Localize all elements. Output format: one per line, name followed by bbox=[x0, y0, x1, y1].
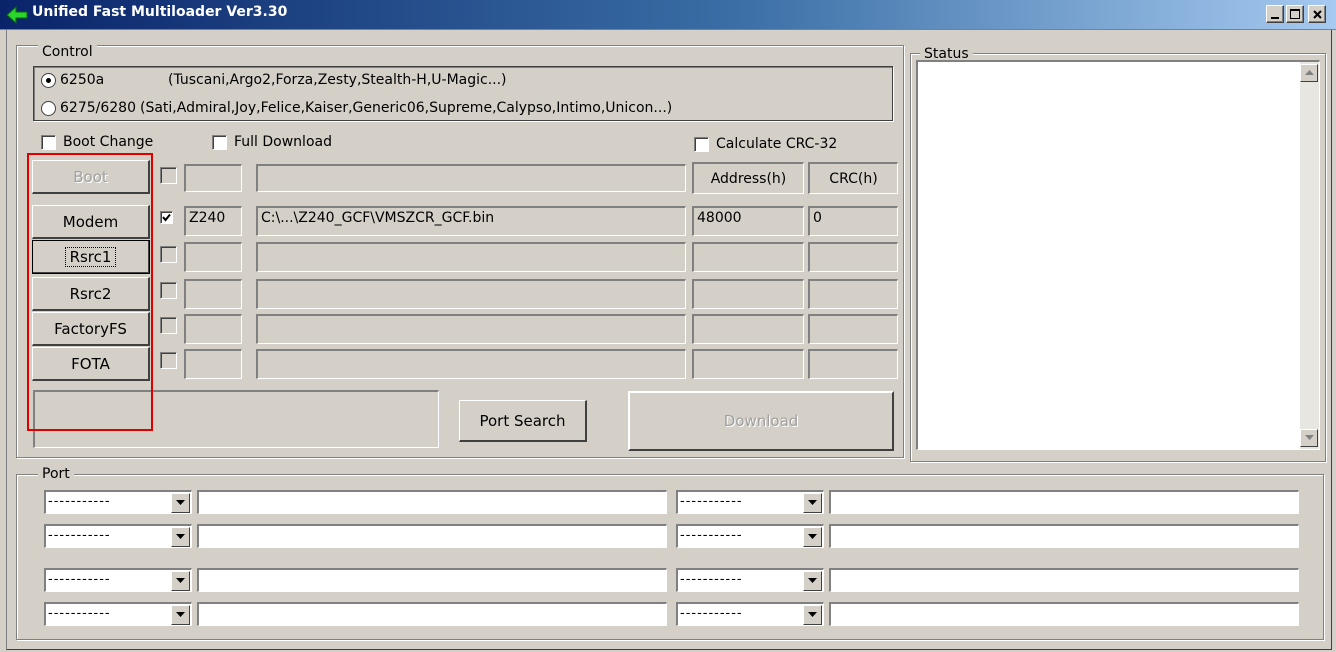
boot-change-option[interactable]: Boot Change bbox=[41, 134, 153, 150]
port-select[interactable]: ----------- bbox=[676, 568, 824, 592]
rsrc1-crc-field[interactable] bbox=[808, 242, 898, 272]
scroll-down-button[interactable] bbox=[1300, 429, 1318, 447]
close-button[interactable] bbox=[1308, 5, 1326, 23]
rsrc2-model-field[interactable] bbox=[184, 279, 242, 309]
port-legend: Port bbox=[38, 466, 74, 482]
port-info-field bbox=[829, 490, 1299, 514]
dropdown-arrow-icon[interactable] bbox=[171, 527, 190, 547]
chipset-option-6275[interactable]: 6275/6280 (Sati,Admiral,Joy,Felice,Kaise… bbox=[41, 100, 672, 116]
chipset-devices: (Sati,Admiral,Joy,Felice,Kaiser,Generic0… bbox=[139, 100, 673, 116]
boot-change-label: Boot Change bbox=[63, 134, 154, 150]
dropdown-arrow-icon[interactable] bbox=[803, 527, 822, 547]
maximize-icon bbox=[1290, 9, 1300, 19]
full-download-label: Full Download bbox=[234, 134, 332, 150]
port-select[interactable]: ----------- bbox=[44, 524, 192, 548]
rsrc2-crc-field[interactable] bbox=[808, 279, 898, 309]
fota-address-field[interactable] bbox=[692, 349, 804, 379]
highlight-box bbox=[27, 153, 153, 431]
boot-model-field[interactable] bbox=[184, 164, 242, 192]
port-select[interactable]: ----------- bbox=[676, 602, 824, 626]
back-arrow-icon bbox=[6, 5, 28, 25]
dropdown-arrow-icon[interactable] bbox=[803, 493, 822, 513]
rsrc1-path-field[interactable] bbox=[256, 242, 686, 272]
port-info-field bbox=[829, 568, 1299, 592]
rsrc1-checkbox[interactable] bbox=[160, 246, 177, 263]
port-select[interactable]: ----------- bbox=[676, 524, 824, 548]
calc-crc-checkbox[interactable] bbox=[694, 136, 709, 152]
fota-model-field[interactable] bbox=[184, 349, 242, 379]
port-select[interactable]: ----------- bbox=[44, 568, 192, 592]
factoryfs-crc-field[interactable] bbox=[808, 314, 898, 344]
modem-address-field[interactable]: 48000 bbox=[692, 206, 804, 236]
boot-path-field[interactable] bbox=[256, 164, 686, 192]
full-download-checkbox[interactable] bbox=[212, 134, 227, 150]
chipset-option-6250a[interactable]: 6250a (Tuscani,Argo2,Forza,Zesty,Stealth… bbox=[41, 72, 507, 88]
control-legend: Control bbox=[38, 44, 97, 60]
port-info-field bbox=[197, 568, 667, 592]
rsrc2-path-field[interactable] bbox=[256, 279, 686, 309]
dropdown-arrow-icon[interactable] bbox=[171, 605, 190, 625]
title-bar: Unified Fast Multiloader Ver3.30 bbox=[0, 0, 1336, 30]
boot-change-checkbox[interactable] bbox=[41, 134, 56, 150]
port-search-button[interactable]: Port Search bbox=[459, 400, 587, 442]
calc-crc-label: Calculate CRC-32 bbox=[716, 136, 838, 152]
rsrc2-checkbox[interactable] bbox=[160, 282, 177, 299]
download-button[interactable]: Download bbox=[628, 391, 894, 451]
minimize-button[interactable] bbox=[1266, 5, 1284, 23]
fota-checkbox[interactable] bbox=[160, 352, 177, 369]
port-info-field bbox=[197, 490, 667, 514]
dropdown-arrow-icon[interactable] bbox=[803, 571, 822, 591]
boot-checkbox[interactable] bbox=[160, 167, 177, 184]
chipset-devices: (Tuscani,Argo2,Forza,Zesty,Stealth-H,U-M… bbox=[168, 72, 507, 88]
port-select[interactable]: ----------- bbox=[44, 490, 192, 514]
modem-model-field[interactable]: Z240 bbox=[184, 206, 242, 236]
port-select[interactable]: ----------- bbox=[676, 490, 824, 514]
factoryfs-path-field[interactable] bbox=[256, 314, 686, 344]
chipset-label: 6275/6280 bbox=[60, 100, 136, 116]
address-header: Address(h) bbox=[692, 162, 804, 194]
radio-6250a[interactable] bbox=[41, 72, 56, 88]
status-scrollbar[interactable] bbox=[1300, 62, 1319, 449]
port-info-field bbox=[197, 602, 667, 626]
port-search-label: Port Search bbox=[479, 411, 566, 430]
fota-path-field[interactable] bbox=[256, 349, 686, 379]
dropdown-arrow-icon[interactable] bbox=[171, 493, 190, 513]
factoryfs-address-field[interactable] bbox=[692, 314, 804, 344]
download-label: Download bbox=[723, 412, 799, 430]
modem-path-field[interactable]: C:\...\Z240_GCF\VMSZCR_GCF.bin bbox=[256, 206, 686, 236]
minimize-icon bbox=[1271, 17, 1279, 19]
port-select[interactable]: ----------- bbox=[44, 602, 192, 626]
port-info-field bbox=[197, 524, 667, 548]
port-info-field bbox=[829, 602, 1299, 626]
status-textarea[interactable] bbox=[916, 60, 1320, 450]
close-icon bbox=[1312, 9, 1322, 19]
dropdown-arrow-icon[interactable] bbox=[171, 571, 190, 591]
chipset-label: 6250a bbox=[60, 72, 105, 88]
modem-checkbox[interactable] bbox=[160, 211, 173, 224]
calc-crc-option[interactable]: Calculate CRC-32 bbox=[694, 136, 837, 152]
rsrc1-address-field[interactable] bbox=[692, 242, 804, 272]
rsrc2-address-field[interactable] bbox=[692, 279, 804, 309]
modem-crc-field[interactable]: 0 bbox=[808, 206, 898, 236]
window-title: Unified Fast Multiloader Ver3.30 bbox=[32, 4, 288, 20]
dropdown-arrow-icon[interactable] bbox=[803, 605, 822, 625]
rsrc1-model-field[interactable] bbox=[184, 242, 242, 272]
arrow-up-icon bbox=[1304, 70, 1314, 75]
radio-6275[interactable] bbox=[41, 100, 56, 116]
crc-header: CRC(h) bbox=[808, 162, 898, 194]
maximize-button[interactable] bbox=[1286, 5, 1304, 23]
arrow-down-icon bbox=[1304, 435, 1314, 440]
factoryfs-model-field[interactable] bbox=[184, 314, 242, 344]
checkmark-icon bbox=[162, 213, 171, 222]
scroll-up-button[interactable] bbox=[1300, 64, 1318, 82]
port-info-field bbox=[829, 524, 1299, 548]
factoryfs-checkbox[interactable] bbox=[160, 317, 177, 334]
full-download-option[interactable]: Full Download bbox=[212, 134, 332, 150]
fota-crc-field[interactable] bbox=[808, 349, 898, 379]
